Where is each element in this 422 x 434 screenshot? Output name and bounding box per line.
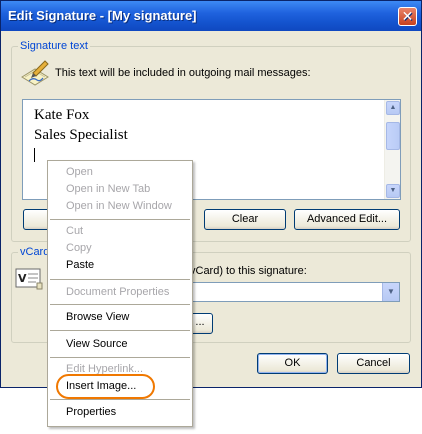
dialog-title: Edit Signature - [My signature] — [8, 8, 197, 23]
signature-line-name: Kate Fox — [34, 107, 90, 123]
menu-separator — [50, 357, 190, 358]
signature-line-title: Sales Specialist — [34, 127, 128, 143]
signature-pen-icon — [21, 60, 49, 86]
editor-scrollbar[interactable]: ▲ ▼ — [384, 100, 400, 199]
signature-description: This text will be included in outgoing m… — [55, 67, 311, 79]
advanced-edit-button[interactable]: Advanced Edit... — [294, 209, 400, 230]
vcard-icon: V — [15, 268, 43, 290]
menu-item-view-source[interactable]: View Source — [48, 336, 192, 353]
signature-text: Kate Fox Sales Specialist — [34, 105, 128, 145]
menu-separator — [50, 330, 190, 331]
menu-separator — [50, 304, 190, 305]
menu-item-open-new-tab[interactable]: Open in New Tab — [48, 181, 192, 198]
menu-item-copy[interactable]: Copy — [48, 240, 192, 257]
menu-item-cut[interactable]: Cut — [48, 223, 192, 240]
menu-separator — [50, 399, 190, 400]
svg-text:V: V — [18, 272, 27, 285]
menu-separator — [50, 279, 190, 280]
close-icon: ✕ — [401, 8, 414, 24]
title-bar[interactable]: Edit Signature - [My signature] ✕ — [1, 1, 421, 31]
ok-button[interactable]: OK — [257, 353, 328, 374]
menu-item-document-properties[interactable]: Document Properties — [48, 284, 192, 301]
signature-text-label: Signature text — [18, 40, 90, 52]
cancel-button[interactable]: Cancel — [337, 353, 410, 374]
text-caret — [34, 148, 35, 162]
scroll-down-arrow-icon[interactable]: ▼ — [386, 184, 400, 198]
menu-separator — [50, 219, 190, 220]
clear-button[interactable]: Clear — [204, 209, 286, 230]
scroll-thumb[interactable] — [386, 122, 400, 150]
menu-item-open-new-window[interactable]: Open in New Window — [48, 198, 192, 215]
menu-item-open[interactable]: Open — [48, 164, 192, 181]
menu-item-browse-view[interactable]: Browse View — [48, 309, 192, 326]
close-button[interactable]: ✕ — [398, 7, 417, 26]
chevron-down-icon[interactable]: ▼ — [382, 283, 399, 301]
insert-image-highlight — [56, 374, 155, 399]
menu-item-properties[interactable]: Properties — [48, 404, 192, 421]
scroll-up-arrow-icon[interactable]: ▲ — [386, 101, 400, 115]
vcard-select[interactable]: ▼ — [187, 282, 400, 302]
menu-item-paste[interactable]: Paste — [48, 257, 192, 274]
vcard-description: vCard) to this signature: — [190, 265, 307, 277]
